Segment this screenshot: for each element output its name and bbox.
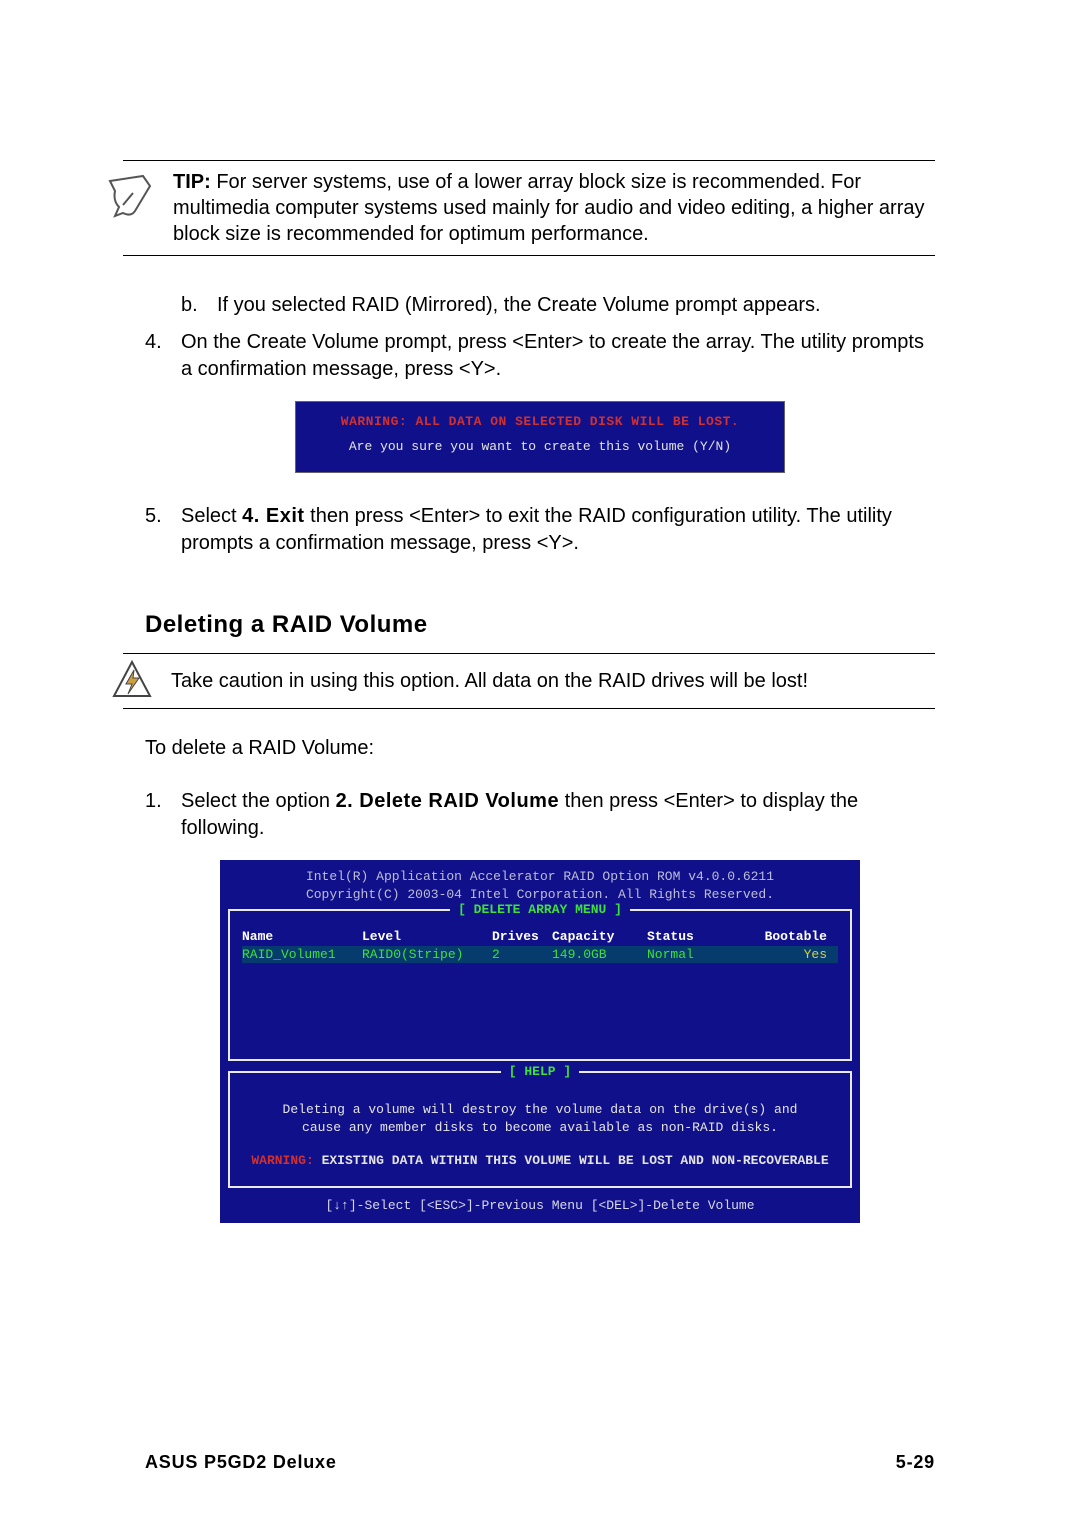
list-sub-item-b: b. If you selected RAID (Mirrored), the … xyxy=(181,292,935,319)
tip-text: TIP: For server systems, use of a lower … xyxy=(173,169,935,247)
list-item-1: 1. Select the option 2. Delete RAID Volu… xyxy=(145,788,935,842)
tip-callout: TIP: For server systems, use of a lower … xyxy=(123,160,935,256)
bios-screenshot: Intel(R) Application Accelerator RAID Op… xyxy=(220,860,860,1223)
confirm-warning: WARNING: ALL DATA ON SELECTED DISK WILL … xyxy=(310,414,770,429)
item-text: On the Create Volume prompt, press <Ente… xyxy=(181,329,935,383)
item-number: 4. xyxy=(145,329,181,383)
bios-table-row: RAID_Volume1 RAID0(Stripe) 2 149.0GB Nor… xyxy=(242,946,838,963)
bios-table-header: Name Level Drives Capacity Status Bootab… xyxy=(242,929,838,944)
item-text: Select 4. Exit then press <Enter> to exi… xyxy=(181,503,935,557)
bios-help-warning: WARNING: EXISTING DATA WITHIN THIS VOLUM… xyxy=(250,1153,830,1168)
sub-text: If you selected RAID (Mirrored), the Cre… xyxy=(217,292,935,319)
caution-text: Take caution in using this option. All d… xyxy=(171,670,808,693)
list-item-5: 5. Select 4. Exit then press <Enter> to … xyxy=(145,503,935,557)
bios-help-title: [ HELP ] xyxy=(230,1064,850,1079)
lightning-warning-icon xyxy=(111,660,153,702)
bios-delete-menu-panel: [ DELETE ARRAY MENU ] Name Level Drives … xyxy=(228,909,852,1061)
item-number: 1. xyxy=(145,788,181,842)
intro-delete: To delete a RAID Volume: xyxy=(145,737,935,760)
item-number: 5. xyxy=(145,503,181,557)
item-text: Select the option 2. Delete RAID Volume … xyxy=(181,788,935,842)
confirm-question: Are you sure you want to create this vol… xyxy=(310,439,770,454)
bios-panel-title: [ DELETE ARRAY MENU ] xyxy=(230,902,850,917)
section-heading-delete-raid: Deleting a RAID Volume xyxy=(145,611,935,639)
footer-product: ASUS P5GD2 Deluxe xyxy=(145,1452,337,1473)
bios-header: Intel(R) Application Accelerator RAID Op… xyxy=(220,868,860,903)
caution-callout: Take caution in using this option. All d… xyxy=(123,653,935,709)
bios-footer-hints: [↓↑]-Select [<ESC>]-Previous Menu [<DEL>… xyxy=(220,1198,860,1213)
list-item-4: 4. On the Create Volume prompt, press <E… xyxy=(145,329,935,383)
bios-help-panel: [ HELP ] Deleting a volume will destroy … xyxy=(228,1071,852,1188)
sub-letter: b. xyxy=(181,292,217,319)
bios-help-text: Deleting a volume will destroy the volum… xyxy=(250,1101,830,1137)
confirm-dialog: WARNING: ALL DATA ON SELECTED DISK WILL … xyxy=(295,401,785,473)
page-footer: ASUS P5GD2 Deluxe 5-29 xyxy=(145,1452,935,1473)
pen-tip-icon xyxy=(105,171,155,221)
footer-page-number: 5-29 xyxy=(896,1452,935,1473)
tip-label: TIP: xyxy=(173,171,211,193)
